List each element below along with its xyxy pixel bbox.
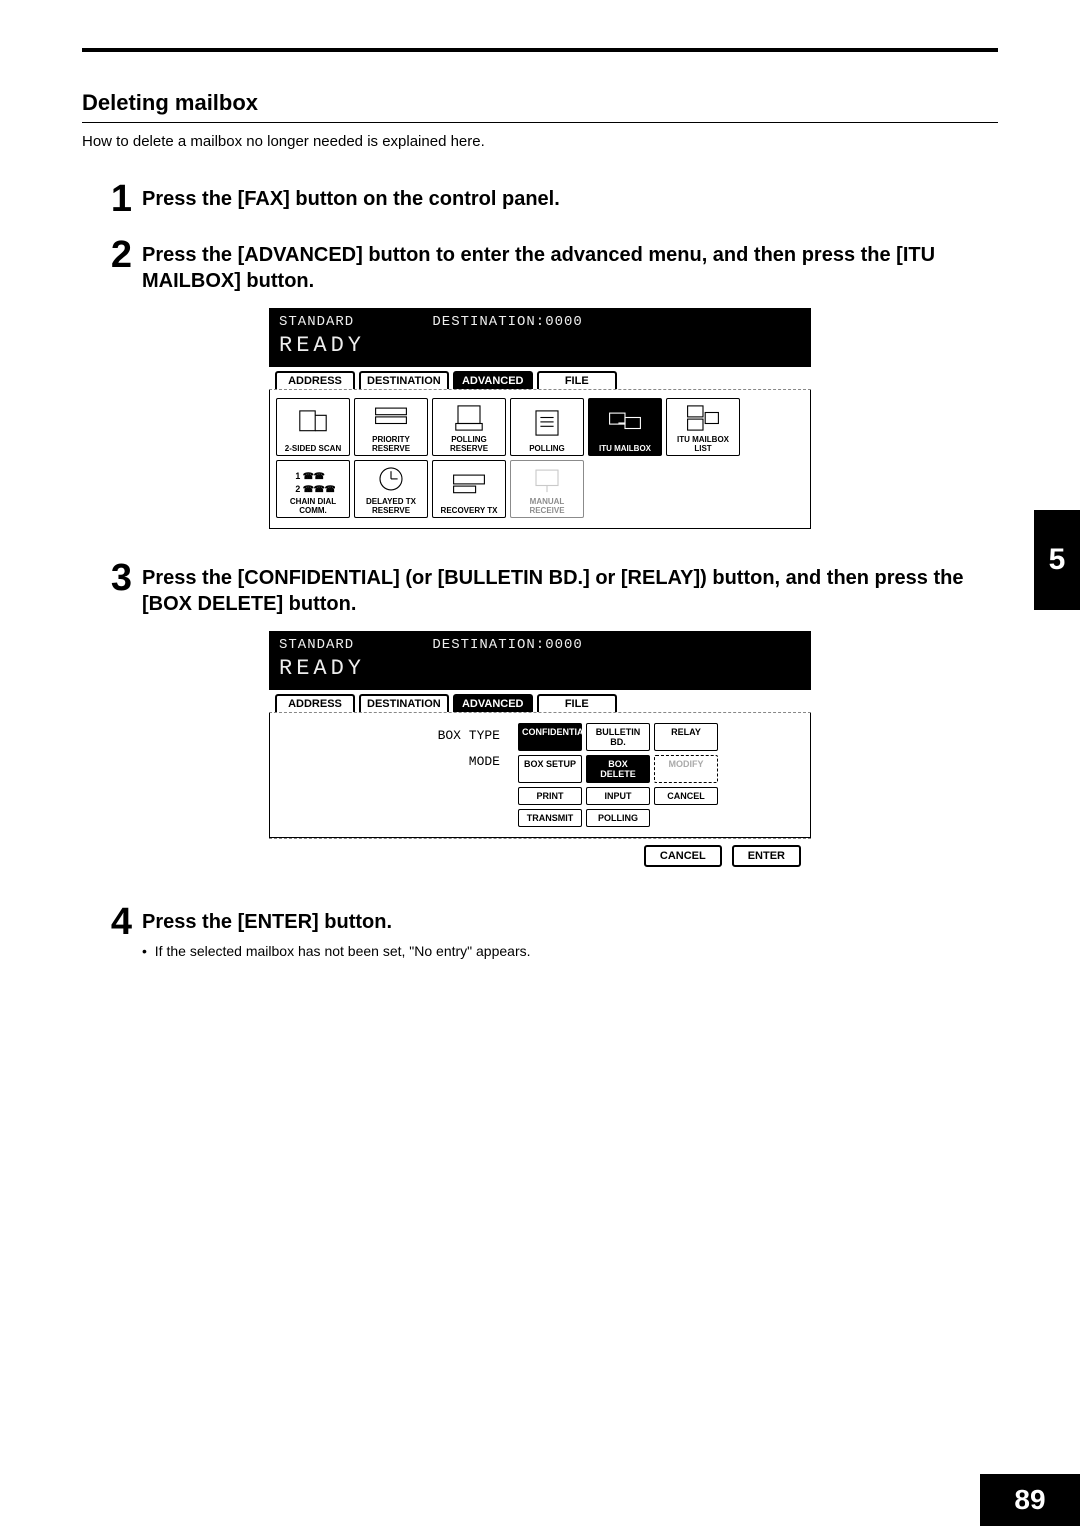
box-type-label: BOX TYPE bbox=[278, 723, 500, 749]
advanced-button-grid: 2-SIDED SCAN PRIORITY RESERVE POLLING RE… bbox=[269, 390, 811, 529]
lcd-mode: STANDARD bbox=[279, 637, 354, 654]
priority-reserve-button[interactable]: PRIORITY RESERVE bbox=[354, 398, 428, 456]
step-text: Press the [CONFIDENTIAL] (or [BULLETIN B… bbox=[142, 565, 998, 617]
step-4: 4 Press the [ENTER] button. If the selec… bbox=[98, 903, 998, 959]
step-note: If the selected mailbox has not been set… bbox=[156, 943, 998, 959]
box-setup-button[interactable]: BOX SETUP bbox=[518, 755, 582, 783]
confidential-button[interactable]: CONFIDENTIAL bbox=[518, 723, 582, 751]
step-text: Press the [FAX] button on the control pa… bbox=[142, 186, 998, 212]
lcd-header: STANDARD DESTINATION:0000 READY bbox=[269, 631, 811, 690]
itu-mailbox-list-button[interactable]: ITU MAILBOX LIST bbox=[666, 398, 740, 456]
manual-receive-button[interactable]: MANUAL RECEIVE bbox=[510, 460, 584, 518]
tab-bar: ADDRESS DESTINATION ADVANCED FILE bbox=[269, 367, 811, 390]
polling-reserve-icon bbox=[447, 401, 491, 435]
cancel-small-button[interactable]: CANCEL bbox=[654, 787, 718, 805]
itu-mailbox-button[interactable]: ITU MAILBOX bbox=[588, 398, 662, 456]
recovery-tx-icon bbox=[447, 463, 491, 506]
tab-file[interactable]: FILE bbox=[537, 371, 617, 389]
heading-underline bbox=[82, 122, 998, 123]
lcd-mode: STANDARD bbox=[279, 314, 354, 331]
two-sided-scan-button[interactable]: 2-SIDED SCAN bbox=[276, 398, 350, 456]
tab-advanced[interactable]: ADVANCED bbox=[453, 371, 533, 389]
lcd-ready: READY bbox=[279, 656, 801, 682]
bottom-bar: CANCEL ENTER bbox=[269, 838, 811, 873]
tab-file[interactable]: FILE bbox=[537, 694, 617, 712]
lcd-ready: READY bbox=[279, 333, 801, 359]
step-number: 3 bbox=[98, 559, 132, 597]
tab-address[interactable]: ADDRESS bbox=[275, 694, 355, 712]
polling-icon bbox=[525, 401, 569, 444]
relay-button[interactable]: RELAY bbox=[654, 723, 718, 751]
tab-destination[interactable]: DESTINATION bbox=[359, 694, 449, 712]
modify-button[interactable]: MODIFY bbox=[654, 755, 718, 783]
input-button[interactable]: INPUT bbox=[586, 787, 650, 805]
lcd-header: STANDARD DESTINATION:0000 READY bbox=[269, 308, 811, 367]
chapter-tab: 5 bbox=[1034, 510, 1080, 610]
section-heading: Deleting mailbox bbox=[82, 90, 998, 116]
priority-icon bbox=[369, 401, 413, 435]
svg-text:2 ☎☎☎: 2 ☎☎☎ bbox=[295, 484, 335, 494]
chain-dial-button[interactable]: 1 ☎☎2 ☎☎☎CHAIN DIAL COMM. bbox=[276, 460, 350, 518]
box-config-area: BOX TYPE MODE CONFIDENTIAL BULLETIN BD. … bbox=[269, 713, 811, 838]
manual-receive-icon bbox=[525, 463, 569, 497]
step-number: 1 bbox=[98, 180, 132, 218]
top-rule bbox=[82, 48, 998, 52]
lcd-destination: DESTINATION:0000 bbox=[432, 637, 582, 654]
delayed-tx-button[interactable]: DELAYED TX RESERVE bbox=[354, 460, 428, 518]
polling-button[interactable]: POLLING bbox=[510, 398, 584, 456]
step-number: 4 bbox=[98, 903, 132, 941]
step-text: Press the [ADVANCED] button to enter the… bbox=[142, 242, 998, 294]
step-3: 3 Press the [CONFIDENTIAL] (or [BULLETIN… bbox=[98, 559, 998, 617]
screen-figure-2: STANDARD DESTINATION:0000 READY ADDRESS … bbox=[269, 631, 811, 873]
svg-text:1 ☎☎: 1 ☎☎ bbox=[295, 471, 324, 481]
polling-small-button[interactable]: POLLING bbox=[586, 809, 650, 827]
mode-label: MODE bbox=[278, 749, 500, 775]
itu-list-icon bbox=[681, 401, 725, 435]
step-2: 2 Press the [ADVANCED] button to enter t… bbox=[98, 236, 998, 294]
transmit-button[interactable]: TRANSMIT bbox=[518, 809, 582, 827]
delayed-tx-icon bbox=[369, 463, 413, 497]
bulletin-button[interactable]: BULLETIN BD. bbox=[586, 723, 650, 751]
page-number: 89 bbox=[980, 1474, 1080, 1526]
step-text: Press the [ENTER] button. bbox=[142, 909, 998, 935]
lcd-destination: DESTINATION:0000 bbox=[432, 314, 582, 331]
polling-reserve-button[interactable]: POLLING RESERVE bbox=[432, 398, 506, 456]
cancel-button[interactable]: CANCEL bbox=[644, 845, 722, 867]
recovery-tx-button[interactable]: RECOVERY TX bbox=[432, 460, 506, 518]
tab-bar: ADDRESS DESTINATION ADVANCED FILE bbox=[269, 690, 811, 713]
print-button[interactable]: PRINT bbox=[518, 787, 582, 805]
two-sided-icon bbox=[291, 401, 335, 444]
enter-button[interactable]: ENTER bbox=[732, 845, 801, 867]
tab-address[interactable]: ADDRESS bbox=[275, 371, 355, 389]
box-delete-button[interactable]: BOX DELETE bbox=[586, 755, 650, 783]
itu-mailbox-icon bbox=[603, 401, 647, 444]
tab-destination[interactable]: DESTINATION bbox=[359, 371, 449, 389]
tab-advanced[interactable]: ADVANCED bbox=[453, 694, 533, 712]
chain-dial-icon: 1 ☎☎ 2 ☎☎☎ bbox=[291, 463, 335, 497]
step-1: 1 Press the [FAX] button on the control … bbox=[98, 180, 998, 218]
page-content: Deleting mailbox How to delete a mailbox… bbox=[0, 0, 1080, 959]
screen-figure-1: STANDARD DESTINATION:0000 READY ADDRESS … bbox=[269, 308, 811, 529]
section-intro: How to delete a mailbox no longer needed… bbox=[82, 133, 998, 150]
step-number: 2 bbox=[98, 236, 132, 274]
